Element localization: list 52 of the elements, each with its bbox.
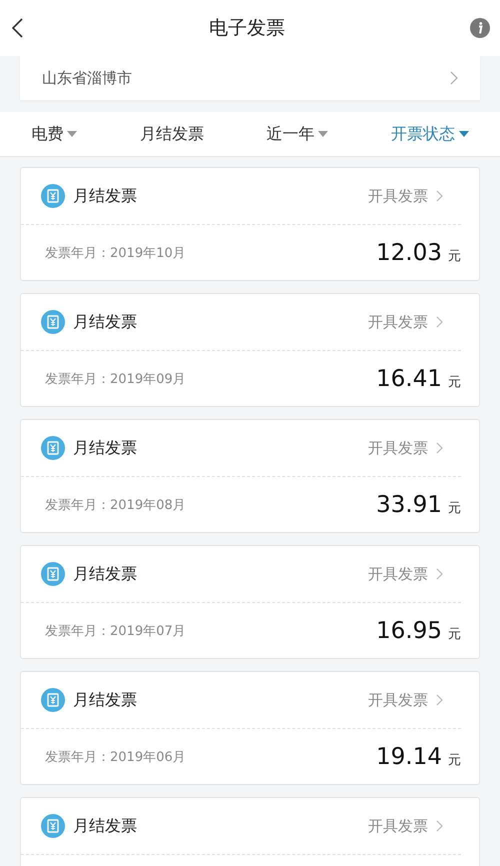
chevron-icon [450,71,458,85]
currency-unit: 元 [448,500,461,517]
filter-tab[interactable]: 近一年 [262,120,332,148]
filter-tab[interactable]: 开票状态 [386,120,473,148]
page-title: 电子发票 [209,16,285,41]
invoice-type: 月结发票 [73,186,137,206]
caret-icon [318,131,328,137]
account-card[interactable]: 山东省淄博市 [20,56,480,100]
chevron-icon [436,190,443,202]
issue-invoice-link[interactable]: 开具发票 [368,564,443,584]
invoice-type: 月结发票 [73,438,137,458]
invoice-icon [41,310,65,334]
caret-icon [67,131,78,137]
invoice-icon [41,814,65,838]
currency-unit: 元 [448,752,461,769]
invoice-type: 月结发票 [73,690,137,710]
invoice-period: 发票年月：2019年08月 [45,497,186,514]
info-icon[interactable] [470,18,490,38]
chevron-icon [436,442,443,454]
address-text: 山东省淄博市 [42,68,132,88]
issue-invoice-link[interactable]: 开具发票 [368,438,443,458]
invoice-amount: 33.91 [376,492,442,518]
filter-tab[interactable]: 电费 [27,120,82,148]
invoice-icon [41,184,65,208]
currency-unit: 元 [448,248,461,265]
chevron-icon [436,820,443,832]
issue-invoice-link[interactable]: 开具发票 [368,690,443,710]
issue-invoice-link[interactable]: 开具发票 [368,312,443,332]
invoice-amount: 16.95 [376,618,442,644]
invoice-icon [41,688,65,712]
caret-icon [458,131,469,137]
chevron-icon [436,316,443,328]
issue-invoice-link[interactable]: 开具发票 [368,186,443,206]
invoice-icon [41,562,65,586]
invoice-amount: 12.03 [376,240,442,266]
currency-unit: 元 [448,374,461,391]
back-icon[interactable] [10,17,24,39]
invoice-amount: 19.14 [376,744,442,770]
invoice-period: 发票年月：2019年07月 [45,623,186,640]
filter-tab[interactable]: 月结发票 [136,120,208,148]
invoice-period: 发票年月：2019年09月 [45,371,186,388]
chevron-icon [436,568,443,580]
invoice-period: 发票年月：2019年10月 [45,245,186,262]
currency-unit: 元 [448,626,461,643]
invoice-amount: 16.41 [376,366,442,392]
issue-invoice-link[interactable]: 开具发票 [368,816,443,836]
invoice-type: 月结发票 [73,816,137,836]
invoice-type: 月结发票 [73,312,137,332]
invoice-type: 月结发票 [73,564,137,584]
invoice-period: 发票年月：2019年06月 [45,749,186,766]
chevron-icon [436,694,443,706]
invoice-icon [41,436,65,460]
